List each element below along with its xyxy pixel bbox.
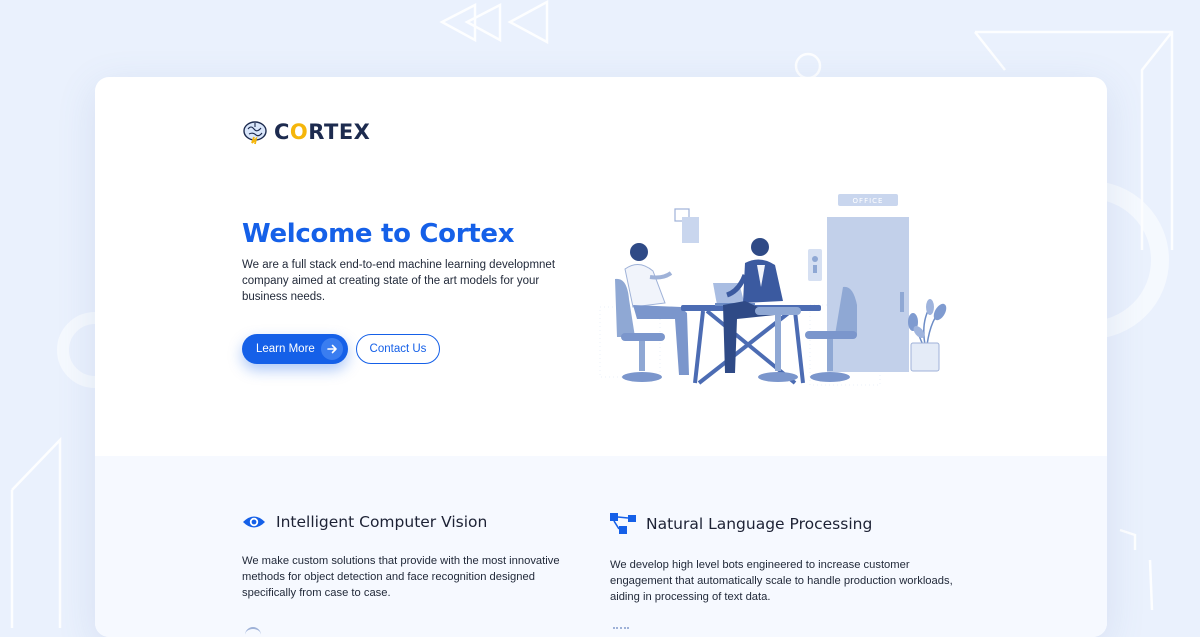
eye-icon xyxy=(243,516,265,528)
logo-wordmark: CORTEX xyxy=(274,120,371,144)
plant xyxy=(908,299,947,372)
hero-description: We are a full stack end-to-end machine l… xyxy=(242,259,556,303)
next-feature-icon xyxy=(613,627,629,635)
feature-title: Intelligent Computer Vision xyxy=(276,513,488,531)
flowchart-icon xyxy=(610,513,636,534)
hero-title: Welcome to Cortex xyxy=(242,219,515,249)
feature-nlp: Natural Language Processing We develop h… xyxy=(610,513,960,605)
learn-more-button[interactable]: Learn More xyxy=(242,334,348,364)
contact-us-button[interactable]: Contact Us xyxy=(356,334,440,364)
feature-computer-vision: Intelligent Computer Vision We make cust… xyxy=(242,513,592,601)
feature-description: We develop high level bots engineered to… xyxy=(610,559,953,603)
learn-more-label: Learn More xyxy=(256,343,315,355)
arrow-right-icon xyxy=(321,338,343,360)
door-sign: OFFICE xyxy=(853,197,884,205)
main-card: CORTEX Welcome to Cortex We are a full s… xyxy=(95,77,1107,637)
feature-description: We make custom solutions that provide wi… xyxy=(242,555,560,599)
logo[interactable]: CORTEX xyxy=(242,119,370,145)
office-meeting-illustration: OFFICE xyxy=(599,194,947,386)
brain-logo-icon xyxy=(243,121,267,145)
feature-title: Natural Language Processing xyxy=(646,515,873,533)
